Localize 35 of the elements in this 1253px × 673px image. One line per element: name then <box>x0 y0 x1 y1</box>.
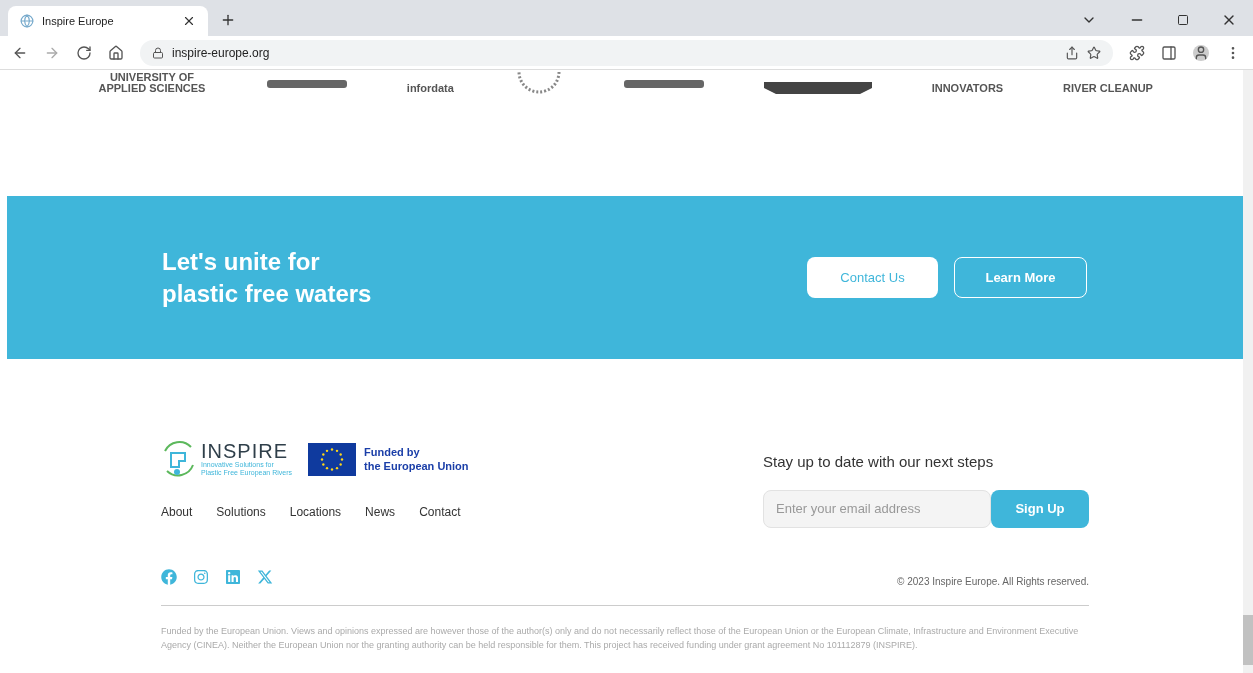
email-field[interactable]: Enter your email address <box>763 489 991 528</box>
copyright-text: © 2023 Inspire Europe. All Rights reserved. <box>897 574 1089 589</box>
maximize-icon[interactable] <box>1177 14 1189 26</box>
newsletter-heading: Stay up to date with our next steps <box>763 452 995 472</box>
browser-tab[interactable]: Inspire Europe <box>8 6 208 36</box>
scrollbar[interactable] <box>1243 70 1253 673</box>
banner-heading: Let's unite for <box>162 246 321 277</box>
inspire-logo-name: INSPIRE <box>201 441 290 461</box>
footer-nav-link[interactable]: Locations <box>289 503 342 521</box>
footer-nav-link[interactable]: Contact <box>419 503 461 521</box>
partner-logo: UNIVERSITY OF APPLIED SCIENCES <box>97 72 207 94</box>
partner-logo: RIVER CLEANUP <box>1063 83 1153 94</box>
reload-icon[interactable] <box>76 44 92 61</box>
new-tab-icon[interactable] <box>220 12 236 28</box>
partner-logo: INNOVATORS <box>931 83 1004 94</box>
disclaimer-text: Funded by the European Union. Views and opinions expressed are however those of the author(s) only and do not necessarily reflect those of the European Union or the European Climate, Infrastructure and Environment Executive Agency (CINEA). Neither the European Union nor the granting authority can be held responsible for them. This project has received funding under grant agreement No 101112879 (INSPIRE). <box>161 624 1080 652</box>
side-panel-icon[interactable] <box>1161 44 1177 61</box>
eu-funding-text: the European Union <box>364 459 469 473</box>
profile-icon[interactable] <box>1193 44 1209 61</box>
home-icon[interactable] <box>108 44 124 61</box>
address-bar[interactable]: inspire-europe.org <box>140 39 1113 66</box>
close-tab-icon[interactable] <box>182 14 196 28</box>
footer-nav-link[interactable]: About <box>161 503 193 521</box>
bookmark-icon[interactable] <box>1087 45 1101 60</box>
inspire-logo-icon <box>161 439 197 479</box>
banner-heading: plastic free waters <box>162 278 372 309</box>
extensions-icon[interactable] <box>1129 44 1145 61</box>
partner-logo: infordata <box>406 83 454 94</box>
eu-flag-icon <box>308 442 357 476</box>
site-icon <box>20 14 34 28</box>
share-icon[interactable] <box>1065 45 1079 60</box>
eu-funding-text: Funded by <box>364 445 421 459</box>
lock-icon <box>152 46 164 59</box>
footer-nav-link[interactable]: Solutions <box>216 503 266 521</box>
footer-nav-link[interactable]: News <box>365 503 396 521</box>
